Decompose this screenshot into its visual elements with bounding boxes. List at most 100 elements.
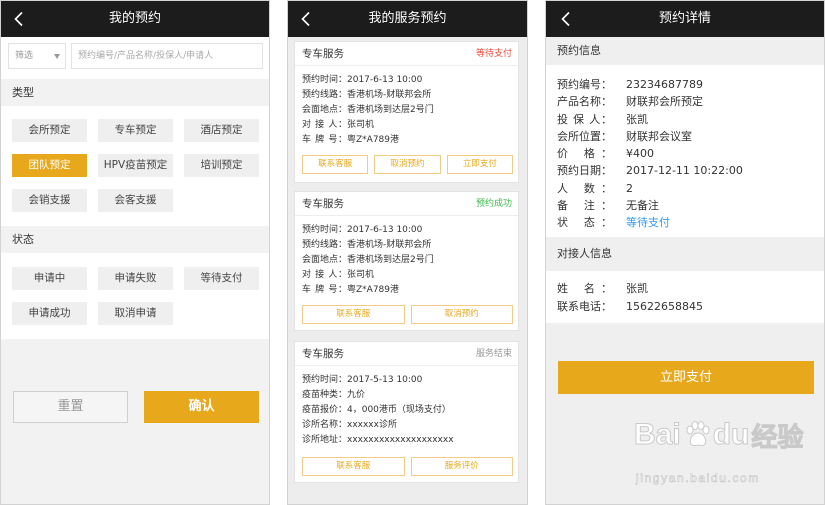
type-option[interactable]: 会销支援 xyxy=(12,189,87,212)
info-row: 姓 名： 张凯 xyxy=(557,280,824,298)
detail-value: 粤Z*A789港 xyxy=(347,135,400,145)
status-badge: 预约成功 xyxy=(475,199,512,209)
type-option[interactable]: HPV疫苗预定 xyxy=(98,154,173,177)
cancel-booking-button[interactable]: 取消预约 xyxy=(410,305,513,324)
contact-service-button[interactable]: 联系客服 xyxy=(302,155,369,174)
detail-row: 预约时间：2017-6-13 10:00 xyxy=(302,223,512,238)
page-title: 我的预约 xyxy=(108,11,161,26)
detail-label: 预约线路： xyxy=(302,240,348,250)
detail-value: 2017-5-13 10:00 xyxy=(347,375,423,385)
detail-row: 疫苗种类：九价 xyxy=(302,388,512,403)
detail-label: 对 接 人： xyxy=(302,270,347,280)
service-booking-list-screen: 我的服务预约 专车服务 等待支付 预约时间：2017-6-13 10:00 预约… xyxy=(287,0,528,505)
card-title: 专车服务 xyxy=(302,348,344,360)
booking-info-heading: 预约信息 xyxy=(557,44,601,57)
header: 我的服务预约 xyxy=(288,1,527,37)
info-row: 状 态： 等待支付 xyxy=(557,214,824,231)
type-option[interactable]: 培训预定 xyxy=(184,154,259,177)
info-label: 预约编号： xyxy=(557,78,612,91)
detail-value: 九价 xyxy=(347,390,366,400)
detail-label: 预约时间： xyxy=(302,375,348,385)
search-input[interactable] xyxy=(71,43,263,69)
contact-info-heading: 对接人信息 xyxy=(557,247,612,260)
detail-row: 诊所名称：xxxxxx诊所 xyxy=(302,418,512,433)
info-value: ¥400 xyxy=(626,147,654,161)
confirm-button[interactable]: 确认 xyxy=(144,391,259,423)
booking-detail-screen: 预约详情 预约信息 预约编号： 23234687789 产品名称： 财联邦会所预定 … xyxy=(545,0,825,505)
status-value-link[interactable]: 等待支付 xyxy=(626,216,670,229)
info-value: 2017-12-11 10:22:00 xyxy=(626,164,743,178)
booking-filter-screen: 我的预约 筛选 类型 会所预定 专车预定 酒店预定 团队预定 HPV疫苗预定 培… xyxy=(0,0,270,505)
detail-value: 2017-6-13 10:00 xyxy=(347,75,423,85)
rate-service-button[interactable]: 服务评价 xyxy=(410,457,513,476)
info-row: 备 注： 无备注 xyxy=(557,197,824,214)
info-row: 预约日期： 2017-12-11 10:22:00 xyxy=(557,162,824,179)
card-actions: 联系客服 取消预约 xyxy=(302,305,513,324)
detail-label: 预约线路： xyxy=(302,90,348,100)
detail-value: 2017-6-13 10:00 xyxy=(347,225,423,235)
triangle-down-icon xyxy=(54,54,60,59)
info-label: 姓 名： xyxy=(557,282,612,295)
detail-label: 会面地点： xyxy=(302,105,348,115)
booking-card[interactable]: 专车服务 等待支付 预约时间：2017-6-13 10:00 预约线路：香港机场… xyxy=(294,41,519,183)
detail-label: 预约时间： xyxy=(302,225,348,235)
pay-now-button[interactable]: 立即支付 xyxy=(446,155,513,174)
info-value: 23234687789 xyxy=(626,78,703,91)
detail-label: 车 牌 号： xyxy=(302,135,347,145)
card-details: 预约时间：2017-5-13 10:00 疫苗种类：九价 疫苗报价：4，000港… xyxy=(302,373,512,448)
watermark-brand-left: Bai xyxy=(634,418,682,452)
info-label: 人 数： xyxy=(557,181,612,195)
status-badge: 服务结束 xyxy=(475,349,512,359)
info-value: 财联邦会议室 xyxy=(626,129,692,143)
booking-card[interactable]: 专车服务 预约成功 预约时间：2017-6-13 10:00 预约线路：香港机场… xyxy=(294,191,519,331)
header: 预约详情 xyxy=(546,1,824,37)
detail-label: 诊所地址： xyxy=(302,435,348,445)
detail-row: 对 接 人：张司机 xyxy=(302,118,512,133)
status-options xyxy=(1,253,269,339)
status-option[interactable]: 申请中 xyxy=(12,267,87,290)
card-actions: 联系客服 取消预约 立即支付 xyxy=(302,155,513,174)
filter-select[interactable]: 筛选 xyxy=(8,43,66,69)
booking-info-list: 预约编号： 23234687789 产品名称： 财联邦会所预定 投 保 人： 张凯 会… xyxy=(546,65,824,237)
detail-row: 会面地点：香港机场到达层2号门 xyxy=(302,253,512,268)
detail-label: 预约时间： xyxy=(302,75,348,85)
card-actions: 联系客服 服务评价 xyxy=(302,457,513,476)
info-value: 无备注 xyxy=(626,199,659,213)
type-option[interactable]: 会所预定 xyxy=(12,119,87,142)
watermark-brand-cn: 经验 xyxy=(751,421,804,452)
baidu-jingyan-watermark: Bai du 经验 jingyan.baidu.com xyxy=(634,415,814,495)
type-option[interactable]: 酒店预定 xyxy=(184,119,259,142)
contact-service-button[interactable]: 联系客服 xyxy=(302,305,405,324)
status-option[interactable]: 等待支付 xyxy=(184,267,259,290)
status-option[interactable]: 申请失败 xyxy=(98,267,173,290)
detail-row: 预约线路：香港机场-财联邦会所 xyxy=(302,238,512,253)
info-row: 投 保 人： 张凯 xyxy=(557,111,824,128)
contact-service-button[interactable]: 联系客服 xyxy=(302,457,405,476)
type-option[interactable]: 团队预定 xyxy=(12,154,87,177)
status-badge: 等待支付 xyxy=(475,49,512,59)
reset-button[interactable]: 重置 xyxy=(13,391,128,423)
type-option[interactable]: 专车预定 xyxy=(98,119,173,142)
pay-now-button[interactable]: 立即支付 xyxy=(558,361,814,394)
detail-value: 香港机场到达层2号门 xyxy=(347,105,434,115)
detail-label: 诊所名称： xyxy=(302,420,348,430)
detail-value: 张司机 xyxy=(347,270,375,280)
detail-value: 粤Z*A789港 xyxy=(347,285,400,295)
card-details: 预约时间：2017-6-13 10:00 预约线路：香港机场-财联邦会所 会面地… xyxy=(302,223,512,298)
info-label: 投 保 人： xyxy=(557,112,612,126)
detail-row: 车 牌 号：粤Z*A789港 xyxy=(302,283,512,298)
detail-value: 4，000港币（现场支付） xyxy=(347,405,451,415)
info-label: 会所位置： xyxy=(557,129,612,143)
contact-info-list: 姓 名： 张凯 联系电话： 15622658845 xyxy=(546,271,824,323)
header: 我的预约 xyxy=(1,1,269,37)
detail-row: 预约线路：香港机场-财联邦会所 xyxy=(302,88,512,103)
detail-value: xxxxxxxxxxxxxxxxxxxx xyxy=(347,435,454,445)
cancel-booking-button[interactable]: 取消预约 xyxy=(374,155,441,174)
info-row: 价 格： ¥400 xyxy=(557,145,824,162)
info-label: 联系电话： xyxy=(557,300,612,313)
info-value: 15622658845 xyxy=(626,300,703,313)
type-option[interactable]: 会客支援 xyxy=(98,189,173,212)
status-option[interactable]: 申请成功 xyxy=(12,302,87,325)
booking-card[interactable]: 专车服务 服务结束 预约时间：2017-5-13 10:00 疫苗种类：九价 疫… xyxy=(294,341,519,483)
status-option[interactable]: 取消申请 xyxy=(98,302,173,325)
